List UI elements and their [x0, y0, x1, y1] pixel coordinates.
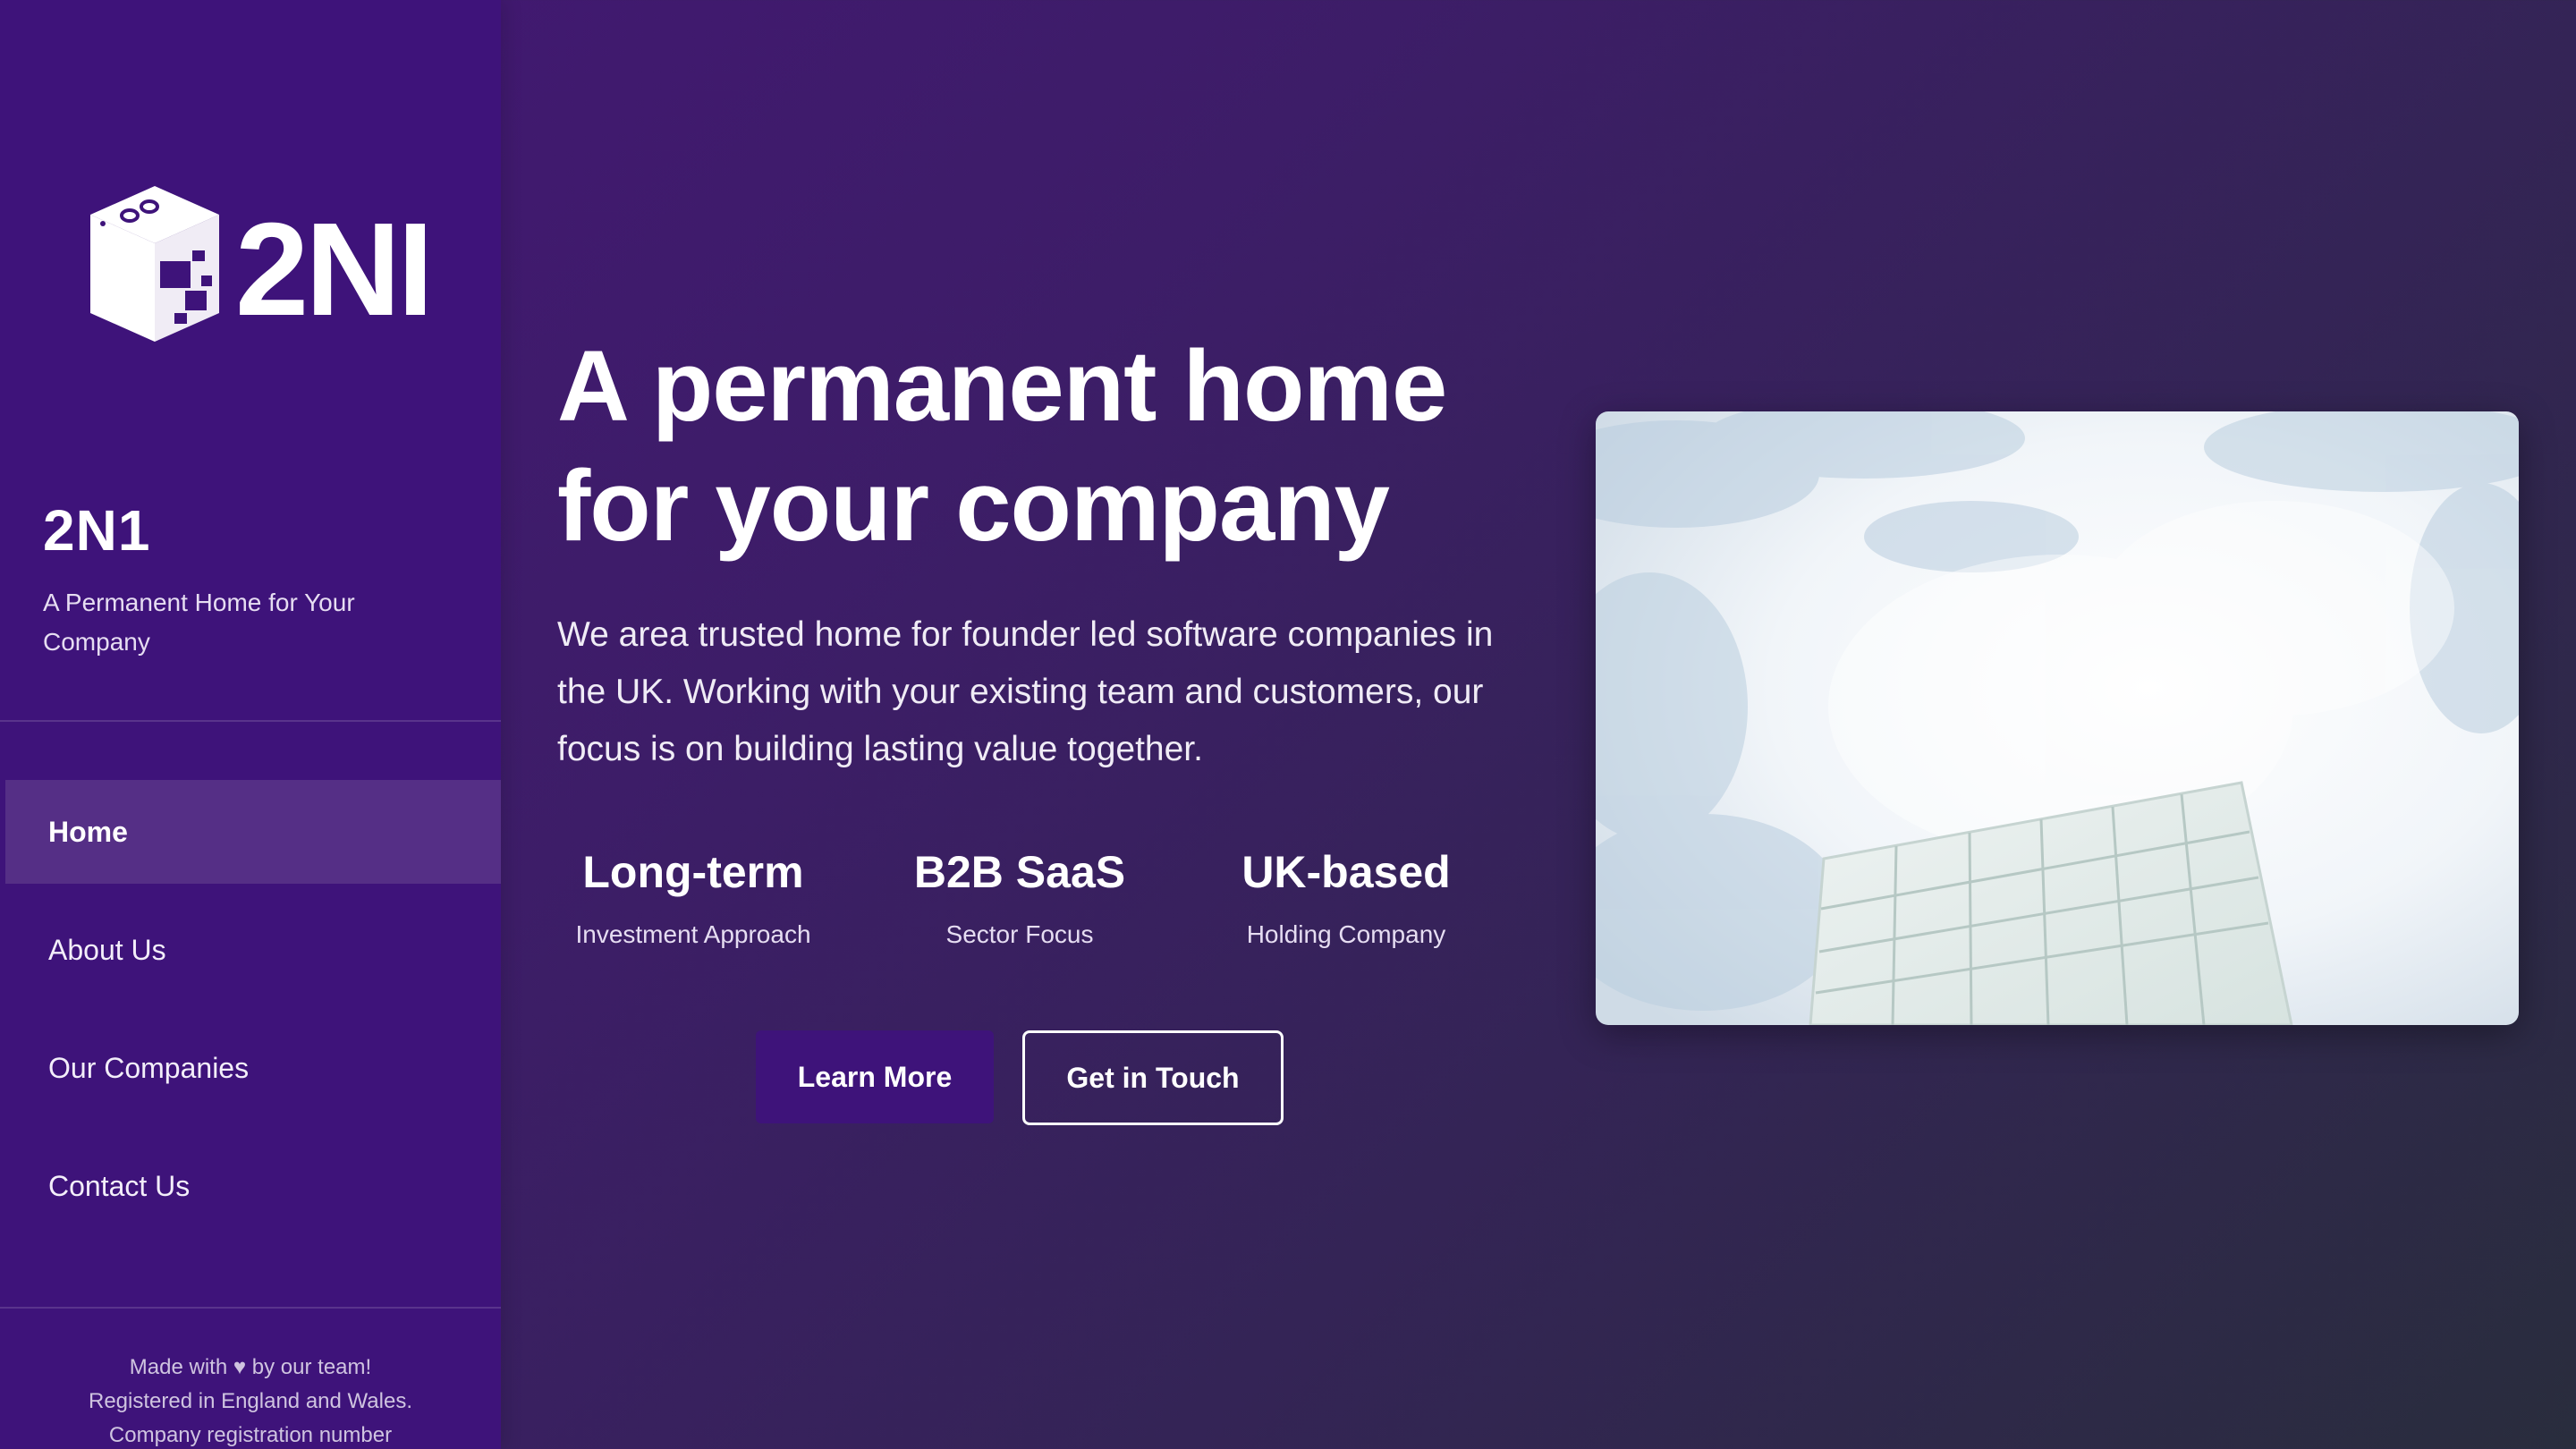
nav-item-about-us[interactable]: About Us [5, 898, 501, 1002]
footer-made-with: Made with ♥ by our team! [0, 1351, 501, 1385]
brand-name: 2N1 [43, 498, 151, 563]
footer-made-with-suffix: by our team! [251, 1355, 372, 1379]
sidebar-footer-divider [0, 1307, 501, 1309]
stat-uk-based: UK-based Holding Company [1199, 836, 1494, 949]
stat-value: UK-based [1241, 847, 1451, 897]
nav-item-label: Home [48, 815, 128, 848]
stat-label: Holding Company [1246, 920, 1446, 948]
hero-title-line1: A permanent home [557, 330, 1447, 442]
footer-made-with-prefix: Made with [129, 1355, 228, 1379]
sidebar-nav: Home About Us Our Companies Contact Us [5, 780, 501, 1252]
stat-value: Long-term [582, 847, 804, 897]
stat-label: Sector Focus [945, 920, 1094, 948]
heart-icon: ♥ [233, 1355, 247, 1379]
nav-item-label: Contact Us [48, 1169, 191, 1202]
sidebar-footer: Made with ♥ by our team! Registered in E… [0, 1351, 501, 1449]
hero-title-line2: for your company [557, 450, 1390, 562]
stat-label: Investment Approach [575, 920, 811, 948]
nav-item-home[interactable]: Home [5, 780, 501, 884]
logo-wordmark: 2NI [235, 196, 425, 343]
stat-value: B2B SaaS [913, 847, 1126, 897]
brand-logo[interactable]: 2NI [85, 179, 434, 349]
get-in-touch-button[interactable]: Get in Touch [1022, 1030, 1284, 1125]
stat-b2b-saas: B2B SaaS Sector Focus [872, 836, 1167, 949]
stat-long-term: Long-term Investment Approach [546, 836, 841, 949]
hero-stats: Long-term Investment Approach B2B SaaS S… [546, 836, 1530, 962]
hero-image [1596, 411, 2519, 1025]
cube-logo-icon [90, 186, 219, 342]
nav-item-label: About Us [48, 933, 166, 966]
footer-company-reg: Company registration number [108, 1423, 393, 1447]
brand-tagline: A Permanent Home for Your Company [43, 589, 355, 656]
footer-registered: Registered in England and Wales. [89, 1389, 412, 1413]
nav-item-label: Our Companies [48, 1051, 250, 1084]
sidebar-divider [0, 720, 501, 722]
hero-title: A permanent home for your company [557, 326, 1505, 566]
hero-description: We area trusted home for founder led sof… [557, 615, 1494, 768]
nav-item-contact-us[interactable]: Contact Us [5, 1134, 501, 1238]
learn-more-button[interactable]: Learn More [756, 1030, 994, 1123]
sidebar: 2NI 2N1 A Permanent Home for Your Compan… [0, 0, 501, 1449]
nav-item-our-companies[interactable]: Our Companies [5, 1016, 501, 1120]
